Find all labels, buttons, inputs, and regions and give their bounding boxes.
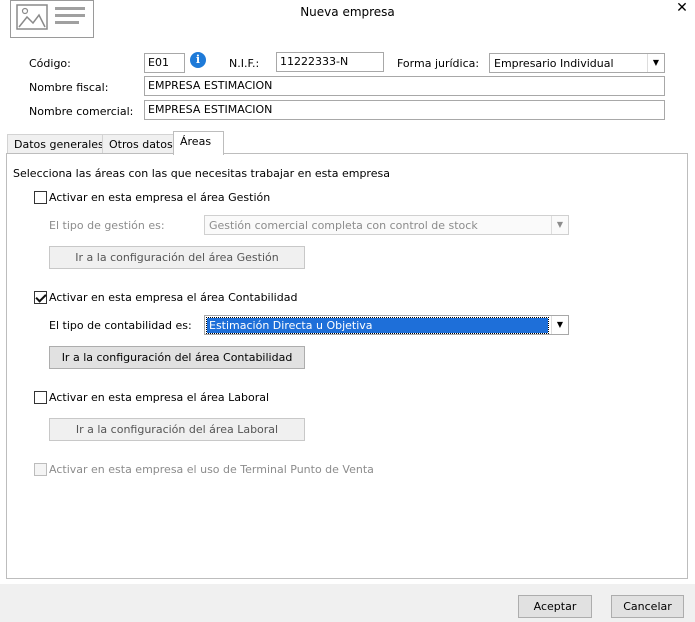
codigo-label: Código: [29, 57, 71, 70]
contabilidad-checkbox[interactable] [34, 291, 47, 304]
chevron-down-icon[interactable]: ▼ [551, 316, 568, 334]
chevron-down-icon[interactable]: ▼ [551, 216, 568, 234]
tipo-contabilidad-label: El tipo de contabilidad es: [49, 319, 192, 332]
nif-field[interactable]: 11222333-N [276, 52, 384, 72]
cancel-button[interactable]: Cancelar [611, 595, 684, 618]
gestion-checkbox-label[interactable]: Activar en esta empresa el área Gestión [49, 191, 270, 204]
config-contabilidad-button[interactable]: Ir a la configuración del área Contabili… [49, 346, 305, 369]
codigo-field[interactable]: E01 [144, 53, 185, 73]
close-icon[interactable]: ✕ [672, 0, 692, 18]
config-gestion-button[interactable]: Ir a la configuración del área Gestión [49, 246, 305, 269]
window-title: Nueva empresa [300, 5, 395, 19]
tipo-contabilidad-select[interactable]: Estimación Directa u Objetiva ▼ [204, 315, 569, 335]
tpv-checkbox[interactable] [34, 463, 47, 476]
tpv-checkbox-label: Activar en esta empresa el uso de Termin… [49, 463, 374, 476]
nombre-comercial-label: Nombre comercial: [29, 105, 134, 118]
areas-intro: Selecciona las áreas con las que necesit… [13, 167, 390, 180]
nombre-fiscal-label: Nombre fiscal: [29, 81, 109, 94]
info-icon[interactable]: i [190, 52, 206, 68]
tab-areas[interactable]: Áreas [173, 131, 224, 155]
laboral-checkbox-label[interactable]: Activar en esta empresa el área Laboral [49, 391, 269, 404]
chevron-down-icon[interactable]: ▼ [647, 54, 664, 72]
forma-juridica-label: Forma jurídica: [397, 57, 480, 70]
laboral-checkbox[interactable] [34, 391, 47, 404]
tab-otros-datos[interactable]: Otros datos [102, 134, 180, 154]
nombre-comercial-field[interactable]: EMPRESA ESTIMACION [144, 100, 665, 120]
tab-datos-generales[interactable]: Datos generales [7, 134, 111, 154]
nombre-fiscal-field[interactable]: EMPRESA ESTIMACION [144, 76, 665, 96]
tipo-gestion-label: El tipo de gestión es: [49, 219, 165, 232]
nif-label: N.I.F.: [229, 57, 260, 70]
config-laboral-button[interactable]: Ir a la configuración del área Laboral [49, 418, 305, 441]
forma-juridica-select[interactable]: Empresario Individual ▼ [489, 53, 665, 73]
tipo-gestion-value: Gestión comercial completa con control d… [209, 219, 478, 232]
tipo-gestion-select[interactable]: Gestión comercial completa con control d… [204, 215, 569, 235]
tipo-contabilidad-value: Estimación Directa u Objetiva [206, 317, 549, 334]
gestion-checkbox[interactable] [34, 191, 47, 204]
forma-juridica-value: Empresario Individual [494, 57, 614, 70]
accept-button[interactable]: Aceptar [518, 595, 592, 618]
contabilidad-checkbox-label[interactable]: Activar en esta empresa el área Contabil… [49, 291, 297, 304]
